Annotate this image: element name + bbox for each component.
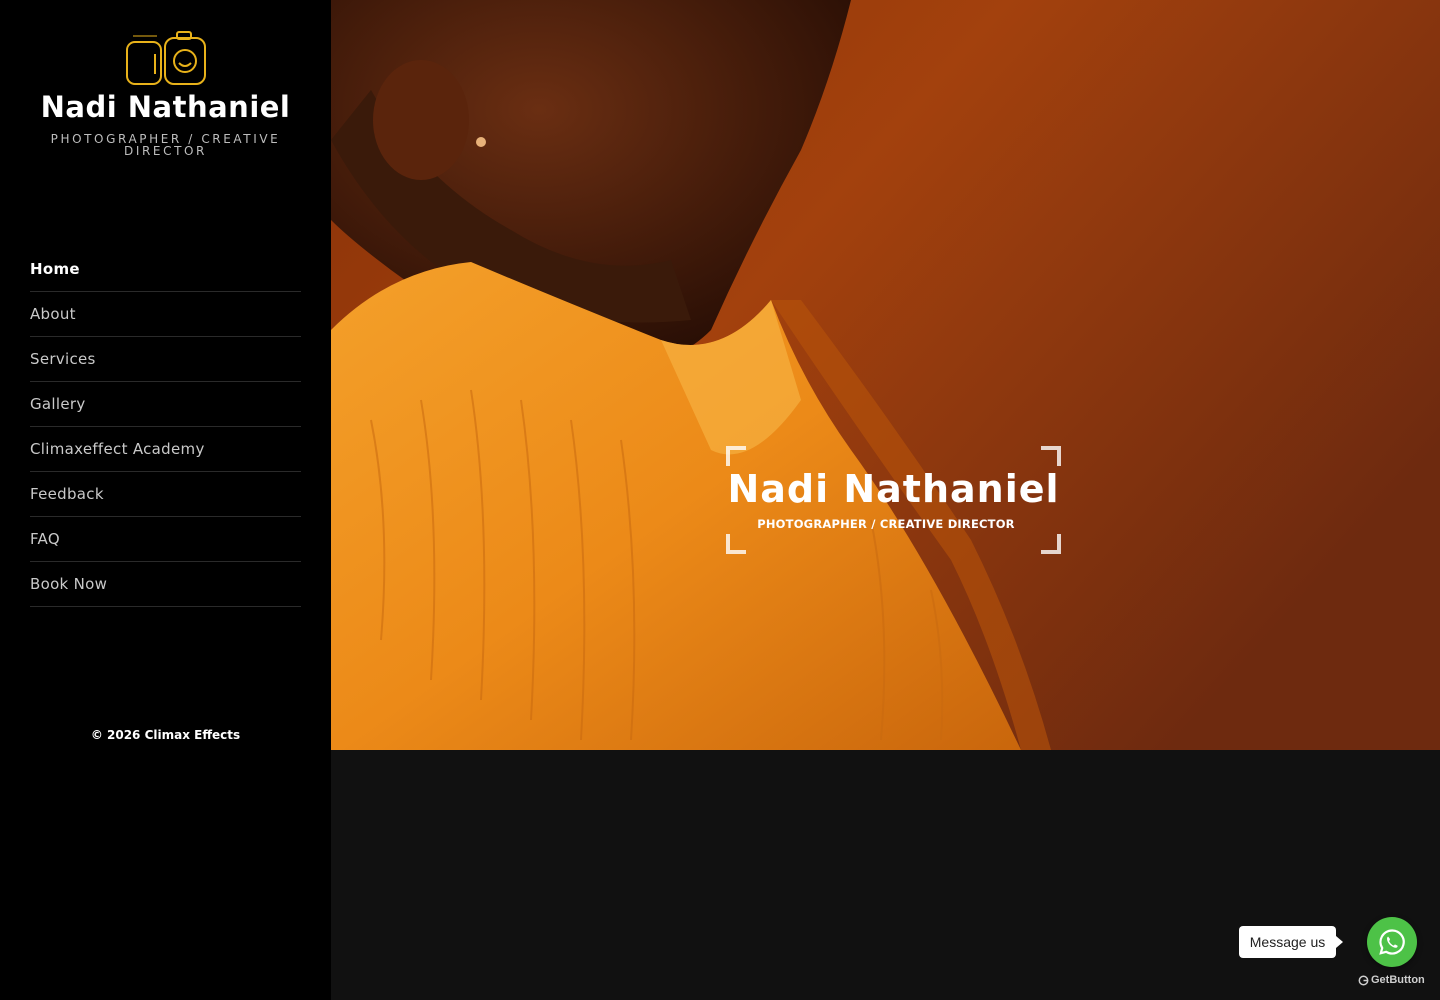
nav-item-home[interactable]: Home bbox=[30, 247, 301, 292]
nav-item-services[interactable]: Services bbox=[30, 337, 301, 382]
nav-item-book-now[interactable]: Book Now bbox=[30, 562, 301, 607]
nav-item-label[interactable]: Feedback bbox=[30, 485, 104, 503]
whatsapp-icon bbox=[1379, 929, 1405, 955]
hero-subtitle: PHOTOGRAPHER / CREATIVE DIRECTOR bbox=[757, 517, 1015, 531]
frame-corner bbox=[1041, 534, 1061, 554]
message-us-bubble[interactable]: Message us bbox=[1239, 926, 1343, 958]
main-nav: Home About Services Gallery Climaxeffect… bbox=[30, 247, 301, 607]
nav-item-faq[interactable]: FAQ bbox=[30, 517, 301, 562]
nav-item-label[interactable]: Home bbox=[30, 260, 80, 278]
nav-item-label[interactable]: Climaxeffect Academy bbox=[30, 440, 205, 458]
site-name[interactable]: Nadi Nathaniel bbox=[0, 90, 331, 124]
frame-corner bbox=[1041, 446, 1061, 466]
site-tagline: PHOTOGRAPHER / CREATIVE DIRECTOR bbox=[50, 132, 281, 158]
frame-corner bbox=[726, 446, 746, 466]
nav-item-label[interactable]: Services bbox=[30, 350, 96, 368]
getbutton-label[interactable]: GetButton bbox=[1371, 974, 1425, 986]
frame-corner bbox=[726, 534, 746, 554]
nav-item-gallery[interactable]: Gallery bbox=[30, 382, 301, 427]
nav-item-label[interactable]: Gallery bbox=[30, 395, 86, 413]
nav-item-label[interactable]: About bbox=[30, 305, 76, 323]
getbutton-logo-icon bbox=[1358, 975, 1369, 985]
getbutton-branding[interactable]: GetButton bbox=[1358, 974, 1428, 986]
nav-item-academy[interactable]: Climaxeffect Academy bbox=[30, 427, 301, 472]
hero-banner: Nadi Nathaniel PHOTOGRAPHER / CREATIVE D… bbox=[331, 0, 1440, 750]
nav-item-label[interactable]: Book Now bbox=[30, 575, 107, 593]
nav-item-feedback[interactable]: Feedback bbox=[30, 472, 301, 517]
camera-logo-icon bbox=[125, 31, 206, 85]
copyright-text: © 2026 Climax Effects bbox=[90, 728, 241, 742]
hero-title: Nadi Nathaniel bbox=[727, 467, 1060, 511]
whatsapp-chat-button[interactable] bbox=[1367, 917, 1417, 967]
nav-item-label[interactable]: FAQ bbox=[30, 530, 60, 548]
site-logo[interactable]: Nadi Nathaniel PHOTOGRAPHER / CREATIVE D… bbox=[0, 30, 331, 157]
hero-title-frame: Nadi Nathaniel PHOTOGRAPHER / CREATIVE D… bbox=[726, 446, 1061, 554]
nav-item-about[interactable]: About bbox=[30, 292, 301, 337]
hero-photo bbox=[331, 0, 1440, 750]
sidebar: Nadi Nathaniel PHOTOGRAPHER / CREATIVE D… bbox=[0, 0, 331, 1000]
